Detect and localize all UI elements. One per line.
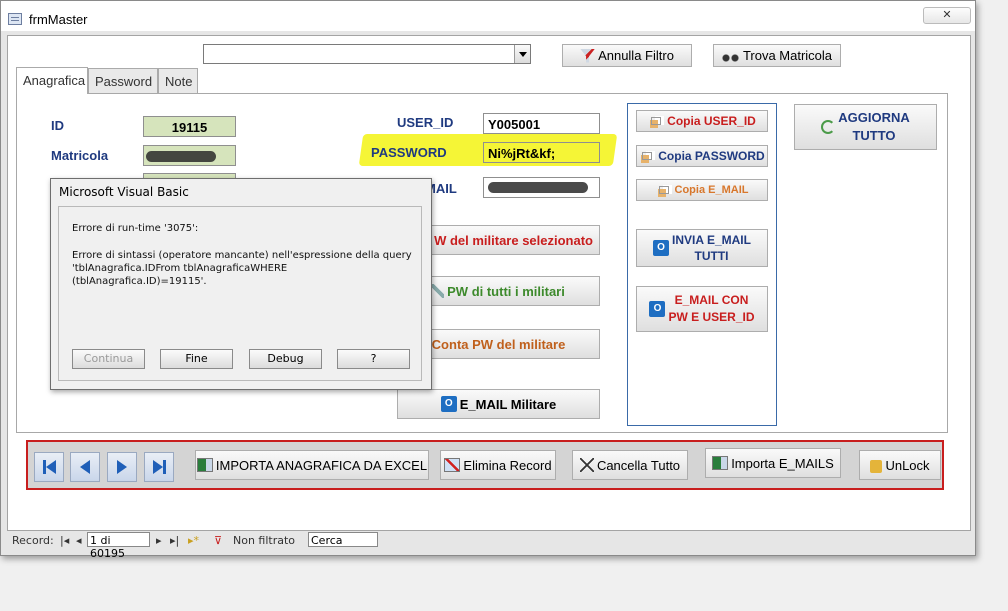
import-emails-button[interactable]: Importa E_MAILS (705, 448, 841, 478)
email-militare-label: E_MAIL Militare (459, 396, 557, 412)
unlock-label: UnLock (885, 457, 930, 473)
next-record-mini-button[interactable]: ▸ (156, 534, 162, 547)
import-emails-label: Importa E_MAILS (731, 455, 834, 471)
pw-all-label: PW di tutti i militari (447, 283, 565, 299)
arrow-right-icon (117, 460, 127, 474)
import-excel-button[interactable]: IMPORTA ANAGRAFICA DA EXCEL (195, 450, 429, 480)
password-label: PASSWORD (371, 145, 447, 160)
delete-record-label: Elimina Record (463, 457, 552, 473)
arrow-left-icon (80, 460, 90, 474)
dropdown-arrow-icon[interactable] (514, 45, 530, 63)
copy-user-id-button[interactable]: Copia USER_ID (636, 110, 768, 132)
clear-all-button[interactable]: Cancella Tutto (572, 450, 688, 480)
user-id-field[interactable]: Y005001 (483, 113, 600, 134)
filter-combo[interactable] (203, 44, 531, 64)
copy-icon (648, 114, 664, 128)
find-matricola-label: Trova Matricola (742, 48, 833, 63)
previous-record-button[interactable] (70, 452, 100, 482)
outlook-icon: O (440, 396, 457, 412)
copy-email-button[interactable]: Copia E_MAIL (636, 179, 768, 201)
filter-state-label[interactable]: Non filtrato (233, 534, 295, 547)
window-title: frmMaster (29, 12, 88, 27)
tab-password[interactable]: Password (88, 68, 158, 94)
unlock-button[interactable]: UnLock (859, 450, 941, 480)
clear-x-icon (579, 458, 594, 472)
refresh-icon (821, 120, 836, 134)
matricola-label: Matricola (51, 148, 109, 163)
copy-icon (656, 183, 672, 197)
email-pw-label: E_MAIL CON PW E USER_ID (668, 293, 755, 324)
error-code: Errore di run-time '3075': (72, 223, 199, 234)
delete-record-button[interactable]: Elimina Record (440, 450, 556, 480)
id-label: ID (51, 118, 64, 133)
record-label: Record: (12, 534, 54, 547)
record-position-field[interactable]: 1 di 60195 (87, 532, 150, 560)
vba-error-dialog: Microsoft Visual Basic Errore di run-tim… (50, 178, 432, 390)
user-id-label: USER_ID (397, 115, 454, 130)
tab-note[interactable]: Note (158, 68, 198, 94)
copy-password-label: Copia PASSWORD (658, 149, 765, 163)
find-matricola-button[interactable]: Trova Matricola (713, 44, 841, 67)
next-record-button[interactable] (107, 452, 137, 482)
clear-all-label: Cancella Tutto (596, 457, 681, 473)
key-icon (432, 284, 445, 298)
copy-icon (639, 149, 655, 163)
tab-anagrafica[interactable]: Anagrafica (16, 67, 88, 94)
arrow-left-icon (45, 460, 56, 474)
filter-remove-icon (580, 48, 596, 63)
send-all-label: INVIA E_MAIL TUTTI (672, 233, 751, 263)
bottom-toolbar: IMPORTA ANAGRAFICA DA EXCEL Elimina Reco… (26, 440, 944, 490)
filter-state-icon: ⊽ (214, 534, 223, 547)
form-icon (8, 13, 22, 25)
new-record-mini-button[interactable]: ▸* (188, 534, 199, 547)
dialog-title: Microsoft Visual Basic (59, 185, 189, 199)
excel-icon (196, 458, 213, 472)
update-all-button[interactable]: AGGIORNA TUTTO (794, 104, 937, 150)
copy-user-id-label: Copia USER_ID (667, 114, 756, 128)
excel-icon (712, 456, 729, 470)
redaction-mark (146, 151, 216, 162)
prev-record-mini-button[interactable]: ◂ (76, 534, 82, 547)
password-field[interactable]: Ni%jRt&kf; (483, 142, 600, 163)
email-field[interactable] (483, 177, 600, 198)
arrow-right-icon (152, 460, 163, 474)
error-message: Errore di sintassi (operatore mancante) … (72, 250, 412, 287)
last-record-mini-button[interactable]: ▸| (170, 534, 179, 547)
title-bar: frmMaster ✕ (1, 1, 975, 31)
help-button[interactable]: ? (337, 349, 410, 369)
end-button[interactable]: Fine (160, 349, 233, 369)
email-pw-userid-button[interactable]: O E_MAIL CON PW E USER_ID (636, 286, 768, 332)
matricola-field[interactable] (143, 145, 236, 166)
update-all-label: AGGIORNA TUTTO (838, 110, 910, 143)
send-all-emails-button[interactable]: O INVIA E_MAIL TUTTI (636, 229, 768, 267)
last-bar-icon (162, 460, 166, 474)
copy-email-label: Copia E_MAIL (674, 184, 749, 196)
outlook-icon: O (653, 240, 670, 256)
first-record-mini-button[interactable]: |◂ (60, 534, 69, 547)
delete-record-icon (444, 458, 461, 472)
access-form-window: frmMaster ✕ Annulla Filtro Trova Matrico… (0, 0, 976, 560)
clear-filter-label: Annulla Filtro (598, 48, 674, 63)
binoculars-icon (721, 48, 740, 63)
continue-button: Continua (72, 349, 145, 369)
close-button[interactable]: ✕ (923, 7, 971, 24)
debug-button[interactable]: Debug (249, 349, 322, 369)
redaction-mark (488, 182, 588, 193)
outlook-icon: O (649, 301, 666, 317)
dialog-body: Errore di run-time '3075': Errore di sin… (58, 206, 422, 381)
last-record-button[interactable] (144, 452, 174, 482)
search-input[interactable]: Cerca (308, 532, 378, 547)
copy-password-button[interactable]: Copia PASSWORD (636, 145, 768, 167)
lock-icon (870, 460, 883, 473)
import-excel-label: IMPORTA ANAGRAFICA DA EXCEL (215, 457, 428, 473)
first-record-button[interactable] (34, 452, 64, 482)
record-navigation-bar: Record: |◂ ◂ 1 di 60195 ▸ ▸| ▸* ⊽ Non fi… (8, 532, 972, 560)
email-militare-button[interactable]: O E_MAIL Militare (397, 389, 600, 419)
id-field[interactable]: 19115 (143, 116, 236, 137)
clear-filter-button[interactable]: Annulla Filtro (562, 44, 692, 67)
